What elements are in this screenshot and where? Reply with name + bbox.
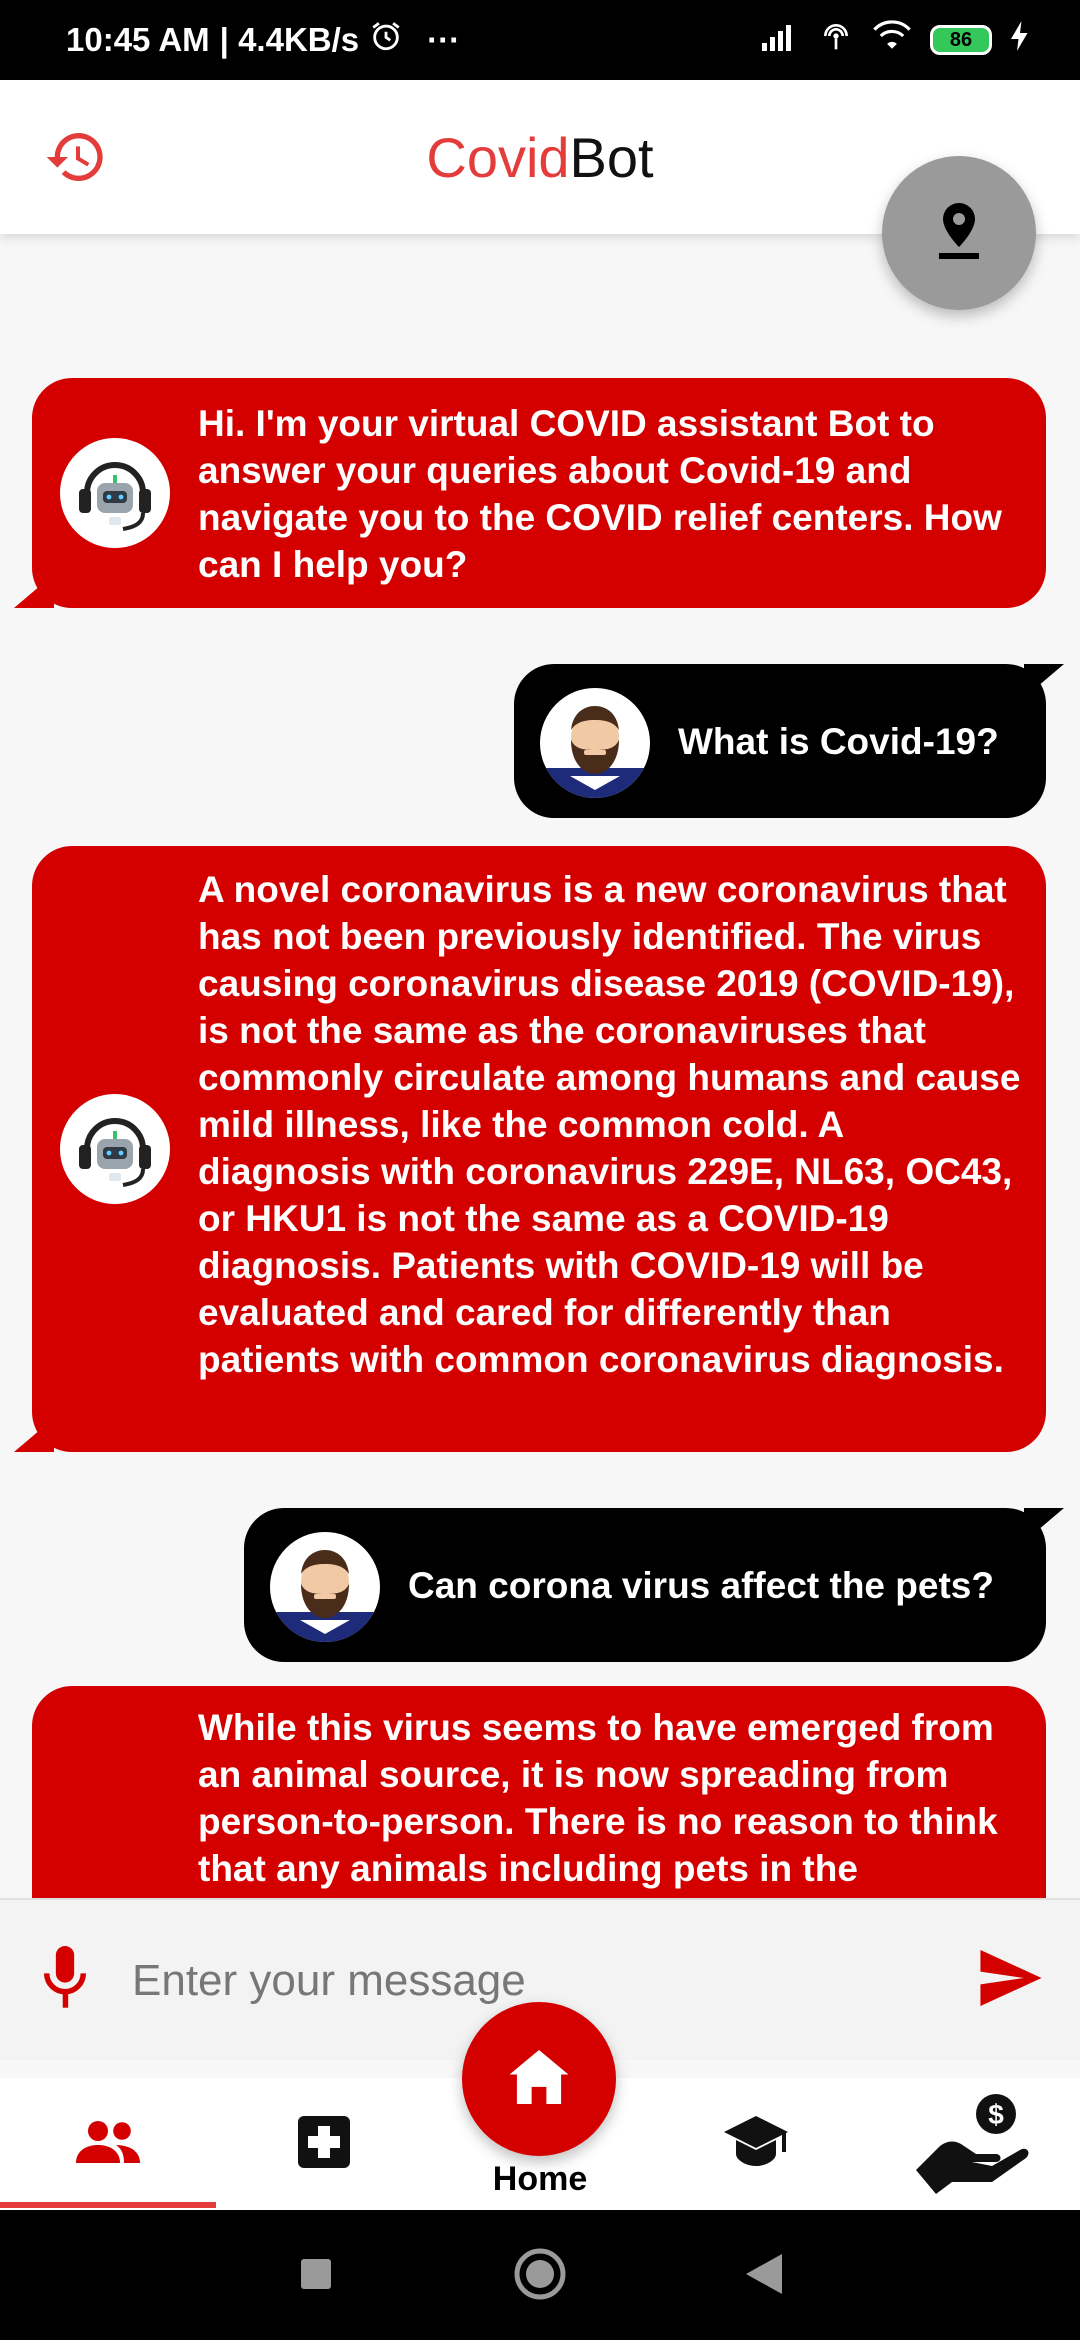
back-button[interactable] — [736, 2248, 792, 2304]
bot-message: A novel coronavirus is a new coronavirus… — [14, 846, 1046, 1452]
recents-button[interactable] — [288, 2248, 344, 2304]
nav-item-education[interactable] — [648, 2078, 864, 2210]
user-message: Can corona virus affect the pets? — [244, 1508, 1064, 1662]
signal-icon — [760, 21, 800, 59]
nav-item-donate[interactable]: $ — [864, 2078, 1080, 2210]
system-home-button[interactable] — [512, 2248, 568, 2304]
bot-message: Hi. I'm your virtual COVID assistant Bot… — [14, 378, 1046, 608]
charging-icon — [1010, 21, 1030, 59]
people-icon — [76, 2120, 140, 2168]
home-icon — [509, 2049, 569, 2109]
bubble-tail — [14, 1418, 54, 1452]
send-icon — [980, 1950, 1042, 2010]
location-pin-icon — [937, 202, 981, 264]
home-circle-icon — [513, 2247, 567, 2306]
app-title-bot: Bot — [569, 125, 654, 189]
bot-message: While this virus seems to have emerged f… — [32, 1686, 1046, 1898]
robot-icon — [79, 1118, 151, 1187]
more-dots-icon: ··· — [427, 21, 461, 58]
hotspot-icon — [818, 20, 854, 60]
home-button[interactable] — [462, 2002, 616, 2156]
bearded-man-icon — [540, 706, 650, 798]
recents-square-icon — [301, 2258, 331, 2294]
system-navigation-bar — [0, 2210, 1080, 2340]
active-tab-indicator — [0, 2202, 216, 2208]
message-text: A novel coronavirus is a new coronavirus… — [198, 869, 1021, 1380]
user-avatar — [270, 1532, 380, 1642]
location-button[interactable] — [882, 156, 1036, 310]
user-message: What is Covid-19? — [514, 664, 1064, 818]
message-text: While this virus seems to have emerged f… — [198, 1707, 998, 1889]
network-speed: | 4.4KB/s — [219, 21, 360, 58]
bot-avatar — [60, 438, 170, 548]
bubble-tail — [1024, 664, 1064, 698]
bearded-man-icon — [270, 1550, 380, 1642]
send-button[interactable] — [980, 1950, 1046, 2010]
message-text: Can corona virus affect the pets? — [408, 1564, 994, 1606]
bubble-tail — [14, 574, 54, 608]
nav-item-community[interactable] — [0, 2078, 216, 2210]
donate-hand-icon: $ — [912, 2090, 1032, 2199]
graduation-cap-icon — [724, 2115, 788, 2173]
chat-list[interactable]: Hi. I'm your virtual COVID assistant Bot… — [0, 234, 1080, 1898]
app-title-covid: Covid — [426, 125, 570, 189]
wifi-icon — [872, 20, 912, 60]
bot-avatar — [60, 1094, 170, 1204]
alarm-icon — [369, 19, 403, 61]
battery-icon: 86 — [930, 25, 992, 55]
bubble-tail — [1024, 1508, 1064, 1542]
mic-button[interactable] — [40, 1946, 100, 2016]
back-triangle-icon — [746, 2253, 782, 2299]
home-label: Home — [492, 2160, 588, 2198]
user-avatar — [540, 688, 650, 798]
message-text: Hi. I'm your virtual COVID assistant Bot… — [198, 403, 1002, 585]
robot-icon — [79, 462, 151, 531]
svg-text:$: $ — [988, 2099, 1004, 2130]
message-text: What is Covid-19? — [678, 720, 999, 762]
medical-cross-icon — [298, 2115, 350, 2173]
status-time: 10:45 AM — [66, 21, 210, 58]
status-bar: 10:45 AM | 4.4KB/s ··· 86 — [0, 0, 1080, 80]
nav-item-medical[interactable] — [216, 2078, 432, 2210]
mic-icon — [40, 1946, 90, 2014]
